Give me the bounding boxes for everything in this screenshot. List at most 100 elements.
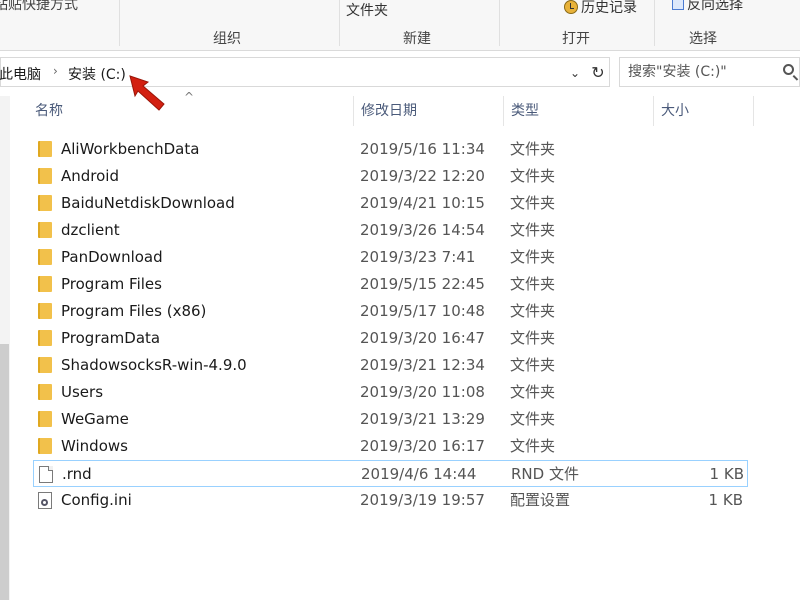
breadcrumb-chevron-icon[interactable]: › bbox=[53, 64, 58, 78]
file-type: 文件夹 bbox=[510, 275, 556, 293]
search-icon[interactable] bbox=[783, 64, 794, 75]
group-label-organize: 组织 bbox=[213, 31, 241, 47]
breadcrumb-drive-c[interactable]: 安装 (C:) bbox=[68, 64, 126, 84]
folder-icon bbox=[38, 276, 52, 292]
folder-icon bbox=[38, 384, 52, 400]
file-row[interactable]: AliWorkbenchData 2019/5/16 11:34 文件夹 bbox=[33, 136, 748, 163]
file-name: Program Files bbox=[61, 275, 162, 293]
folder-icon bbox=[38, 195, 52, 211]
ribbon-divider bbox=[339, 0, 340, 46]
file-row[interactable]: Program Files (x86) 2019/5/17 10:48 文件夹 bbox=[33, 298, 748, 325]
modified-date: 2019/5/15 22:45 bbox=[360, 275, 485, 293]
search-box[interactable] bbox=[619, 57, 800, 87]
file-size bbox=[663, 163, 743, 190]
paste-shortcut-button[interactable]: 粘贴快捷方式 bbox=[0, 0, 78, 14]
file-row[interactable]: WeGame 2019/3/21 13:29 文件夹 bbox=[33, 406, 748, 433]
row-icon-slot bbox=[38, 411, 54, 427]
file-name: ShadowsocksR-win-4.9.0 bbox=[61, 356, 247, 374]
file-type: 文件夹 bbox=[510, 356, 556, 374]
chevron-down-icon[interactable]: ⌄ bbox=[567, 66, 583, 80]
folder-icon bbox=[38, 411, 52, 427]
file-size bbox=[663, 217, 743, 244]
column-header-type[interactable]: 类型 bbox=[504, 96, 654, 126]
invert-selection-button[interactable]: 反向选择 bbox=[672, 0, 743, 14]
modified-date: 2019/3/19 19:57 bbox=[360, 491, 485, 509]
ribbon-divider bbox=[499, 0, 500, 46]
file-type: 配置设置 bbox=[510, 491, 571, 509]
group-label-select: 选择 bbox=[689, 31, 717, 47]
search-input[interactable] bbox=[628, 63, 778, 81]
modified-date: 2019/5/17 10:48 bbox=[360, 302, 485, 320]
file-row[interactable]: Program Files 2019/5/15 22:45 文件夹 bbox=[33, 271, 748, 298]
row-icon-slot bbox=[38, 249, 54, 265]
row-icon-slot bbox=[38, 330, 54, 346]
file-type: 文件夹 bbox=[510, 248, 556, 266]
file-type: 文件夹 bbox=[510, 167, 556, 185]
modified-date: 2019/3/21 13:29 bbox=[360, 410, 485, 428]
row-icon-slot bbox=[38, 492, 54, 509]
modified-date: 2019/3/22 12:20 bbox=[360, 167, 485, 185]
new-folder-button[interactable]: 文件夹 bbox=[346, 0, 388, 20]
file-type: 文件夹 bbox=[510, 329, 556, 347]
file-name: Android bbox=[61, 167, 119, 185]
file-row[interactable]: PanDownload 2019/3/23 7:41 文件夹 bbox=[33, 244, 748, 271]
file-row[interactable]: ProgramData 2019/3/20 16:47 文件夹 bbox=[33, 325, 748, 352]
modified-date: 2019/3/26 14:54 bbox=[360, 221, 485, 239]
row-icon-slot bbox=[38, 438, 54, 454]
file-size bbox=[663, 271, 743, 298]
breadcrumb-this-pc[interactable]: 此电脑 bbox=[0, 64, 41, 84]
modified-date: 2019/3/20 11:08 bbox=[360, 383, 485, 401]
row-icon-slot bbox=[38, 141, 54, 157]
modified-date: 2019/4/21 10:15 bbox=[360, 194, 485, 212]
file-size: 1 KB bbox=[709, 465, 744, 483]
row-icon-slot bbox=[38, 222, 54, 238]
file-name: BaiduNetdiskDownload bbox=[61, 194, 235, 212]
file-icon bbox=[39, 466, 53, 483]
file-row[interactable]: .rnd 2019/4/6 14:44 RND 文件 1 KB bbox=[33, 460, 748, 487]
folder-icon bbox=[38, 303, 52, 319]
column-header-size[interactable]: 大小 bbox=[654, 96, 754, 126]
file-size bbox=[663, 352, 743, 379]
folder-icon bbox=[38, 168, 52, 184]
row-icon-slot bbox=[38, 195, 54, 211]
modified-date: 2019/4/6 14:44 bbox=[361, 465, 477, 483]
folder-icon bbox=[38, 330, 52, 346]
scrollbar-thumb[interactable] bbox=[0, 344, 9, 600]
file-size bbox=[663, 190, 743, 217]
file-row[interactable]: dzclient 2019/3/26 14:54 文件夹 bbox=[33, 217, 748, 244]
file-size bbox=[663, 325, 743, 352]
file-row[interactable]: Config.ini 2019/3/19 19:57 配置设置 1 KB bbox=[33, 487, 748, 514]
file-name: Config.ini bbox=[61, 491, 132, 509]
sort-ascending-icon: ^ bbox=[184, 90, 195, 104]
refresh-icon[interactable]: ↻ bbox=[589, 64, 607, 82]
file-type: 文件夹 bbox=[510, 383, 556, 401]
modified-date: 2019/3/20 16:47 bbox=[360, 329, 485, 347]
history-label: 历史记录 bbox=[581, 0, 637, 16]
file-row[interactable]: BaiduNetdiskDownload 2019/4/21 10:15 文件夹 bbox=[33, 190, 748, 217]
column-header-date[interactable]: 修改日期 bbox=[354, 96, 504, 126]
file-row[interactable]: ShadowsocksR-win-4.9.0 2019/3/21 12:34 文件夹 bbox=[33, 352, 748, 379]
file-name: Windows bbox=[61, 437, 128, 455]
ribbon-divider bbox=[119, 0, 120, 46]
file-name: Users bbox=[61, 383, 104, 401]
row-icon-slot bbox=[38, 168, 54, 184]
file-row[interactable]: Android 2019/3/22 12:20 文件夹 bbox=[33, 163, 748, 190]
folder-icon bbox=[38, 357, 52, 373]
history-button[interactable]: 历史记录 bbox=[564, 0, 637, 17]
folder-icon bbox=[38, 222, 52, 238]
navigation-pane-scrollbar[interactable] bbox=[0, 96, 10, 600]
file-row[interactable]: Windows 2019/3/20 16:17 文件夹 bbox=[33, 433, 748, 460]
row-icon-slot bbox=[38, 384, 54, 400]
file-type: 文件夹 bbox=[510, 221, 556, 239]
file-name: PanDownload bbox=[61, 248, 163, 266]
ribbon: 粘贴快捷方式 文件夹 历史记录 反向选择 组织 新建 打开 选择 bbox=[0, 0, 800, 51]
file-name: dzclient bbox=[61, 221, 120, 239]
file-type: RND 文件 bbox=[511, 465, 579, 483]
address-bar[interactable]: 此电脑 › 安装 (C:) ⌄ ↻ bbox=[0, 57, 610, 87]
file-size bbox=[663, 298, 743, 325]
modified-date: 2019/3/23 7:41 bbox=[360, 248, 476, 266]
file-size bbox=[663, 244, 743, 271]
group-label-new: 新建 bbox=[403, 31, 431, 47]
history-icon bbox=[564, 0, 578, 14]
file-row[interactable]: Users 2019/3/20 11:08 文件夹 bbox=[33, 379, 748, 406]
